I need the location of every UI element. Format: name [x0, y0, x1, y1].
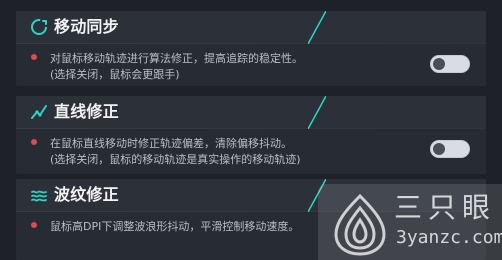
- watermark-logo-icon: [332, 192, 388, 256]
- description-line: (选择关闭，鼠标的移动轨迹是真实操作的移动轨迹): [50, 153, 301, 166]
- watermark-brand: 三只眼: [394, 191, 497, 224]
- toggle-knob: [433, 58, 445, 70]
- header-accent: [308, 11, 326, 44]
- section-title: 移动同步: [54, 17, 119, 36]
- ripple-correction-icon: [30, 186, 48, 204]
- bullet-dot: [31, 139, 37, 145]
- move-sync-toggle[interactable]: [430, 55, 470, 73]
- watermark: 三只眼 3yanzc.com: [318, 184, 502, 260]
- section-header: 移动同步: [16, 11, 486, 44]
- header-accent: [308, 96, 326, 129]
- description-line: (选择关闭，鼠标会更跟手): [50, 68, 180, 81]
- toggle-knob: [433, 143, 445, 155]
- sync-circle-icon: [30, 18, 48, 36]
- section-description: 在鼠标直线移动时修正轨迹偏差，清除偏移抖动。 (选择关闭，鼠标的移动轨迹是真实操…: [50, 136, 430, 168]
- section-header: 直线修正: [16, 96, 486, 129]
- section-description: 对鼠标移动轨迹进行算法修正，提高追踪的稳定性。 (选择关闭，鼠标会更跟手): [50, 51, 430, 83]
- bullet-dot: [31, 54, 37, 60]
- watermark-domain: 3yanzc.com: [396, 227, 502, 248]
- description-line: 在鼠标直线移动时修正轨迹偏差，清除偏移抖动。: [50, 137, 292, 150]
- setting-section-move-sync: 移动同步 对鼠标移动轨迹进行算法修正，提高追踪的稳定性。 (选择关闭，鼠标会更跟…: [16, 11, 486, 86]
- line-correction-toggle[interactable]: [430, 140, 470, 158]
- section-title: 波纹修正: [54, 185, 119, 204]
- section-title: 直线修正: [54, 102, 119, 121]
- bullet-dot: [31, 222, 37, 228]
- line-correction-icon: [30, 103, 48, 121]
- description-line: 对鼠标移动轨迹进行算法修正，提高追踪的稳定性。: [50, 52, 303, 65]
- setting-section-line-correction: 直线修正 在鼠标直线移动时修正轨迹偏差，清除偏移抖动。 (选择关闭，鼠标的移动轨…: [16, 96, 486, 174]
